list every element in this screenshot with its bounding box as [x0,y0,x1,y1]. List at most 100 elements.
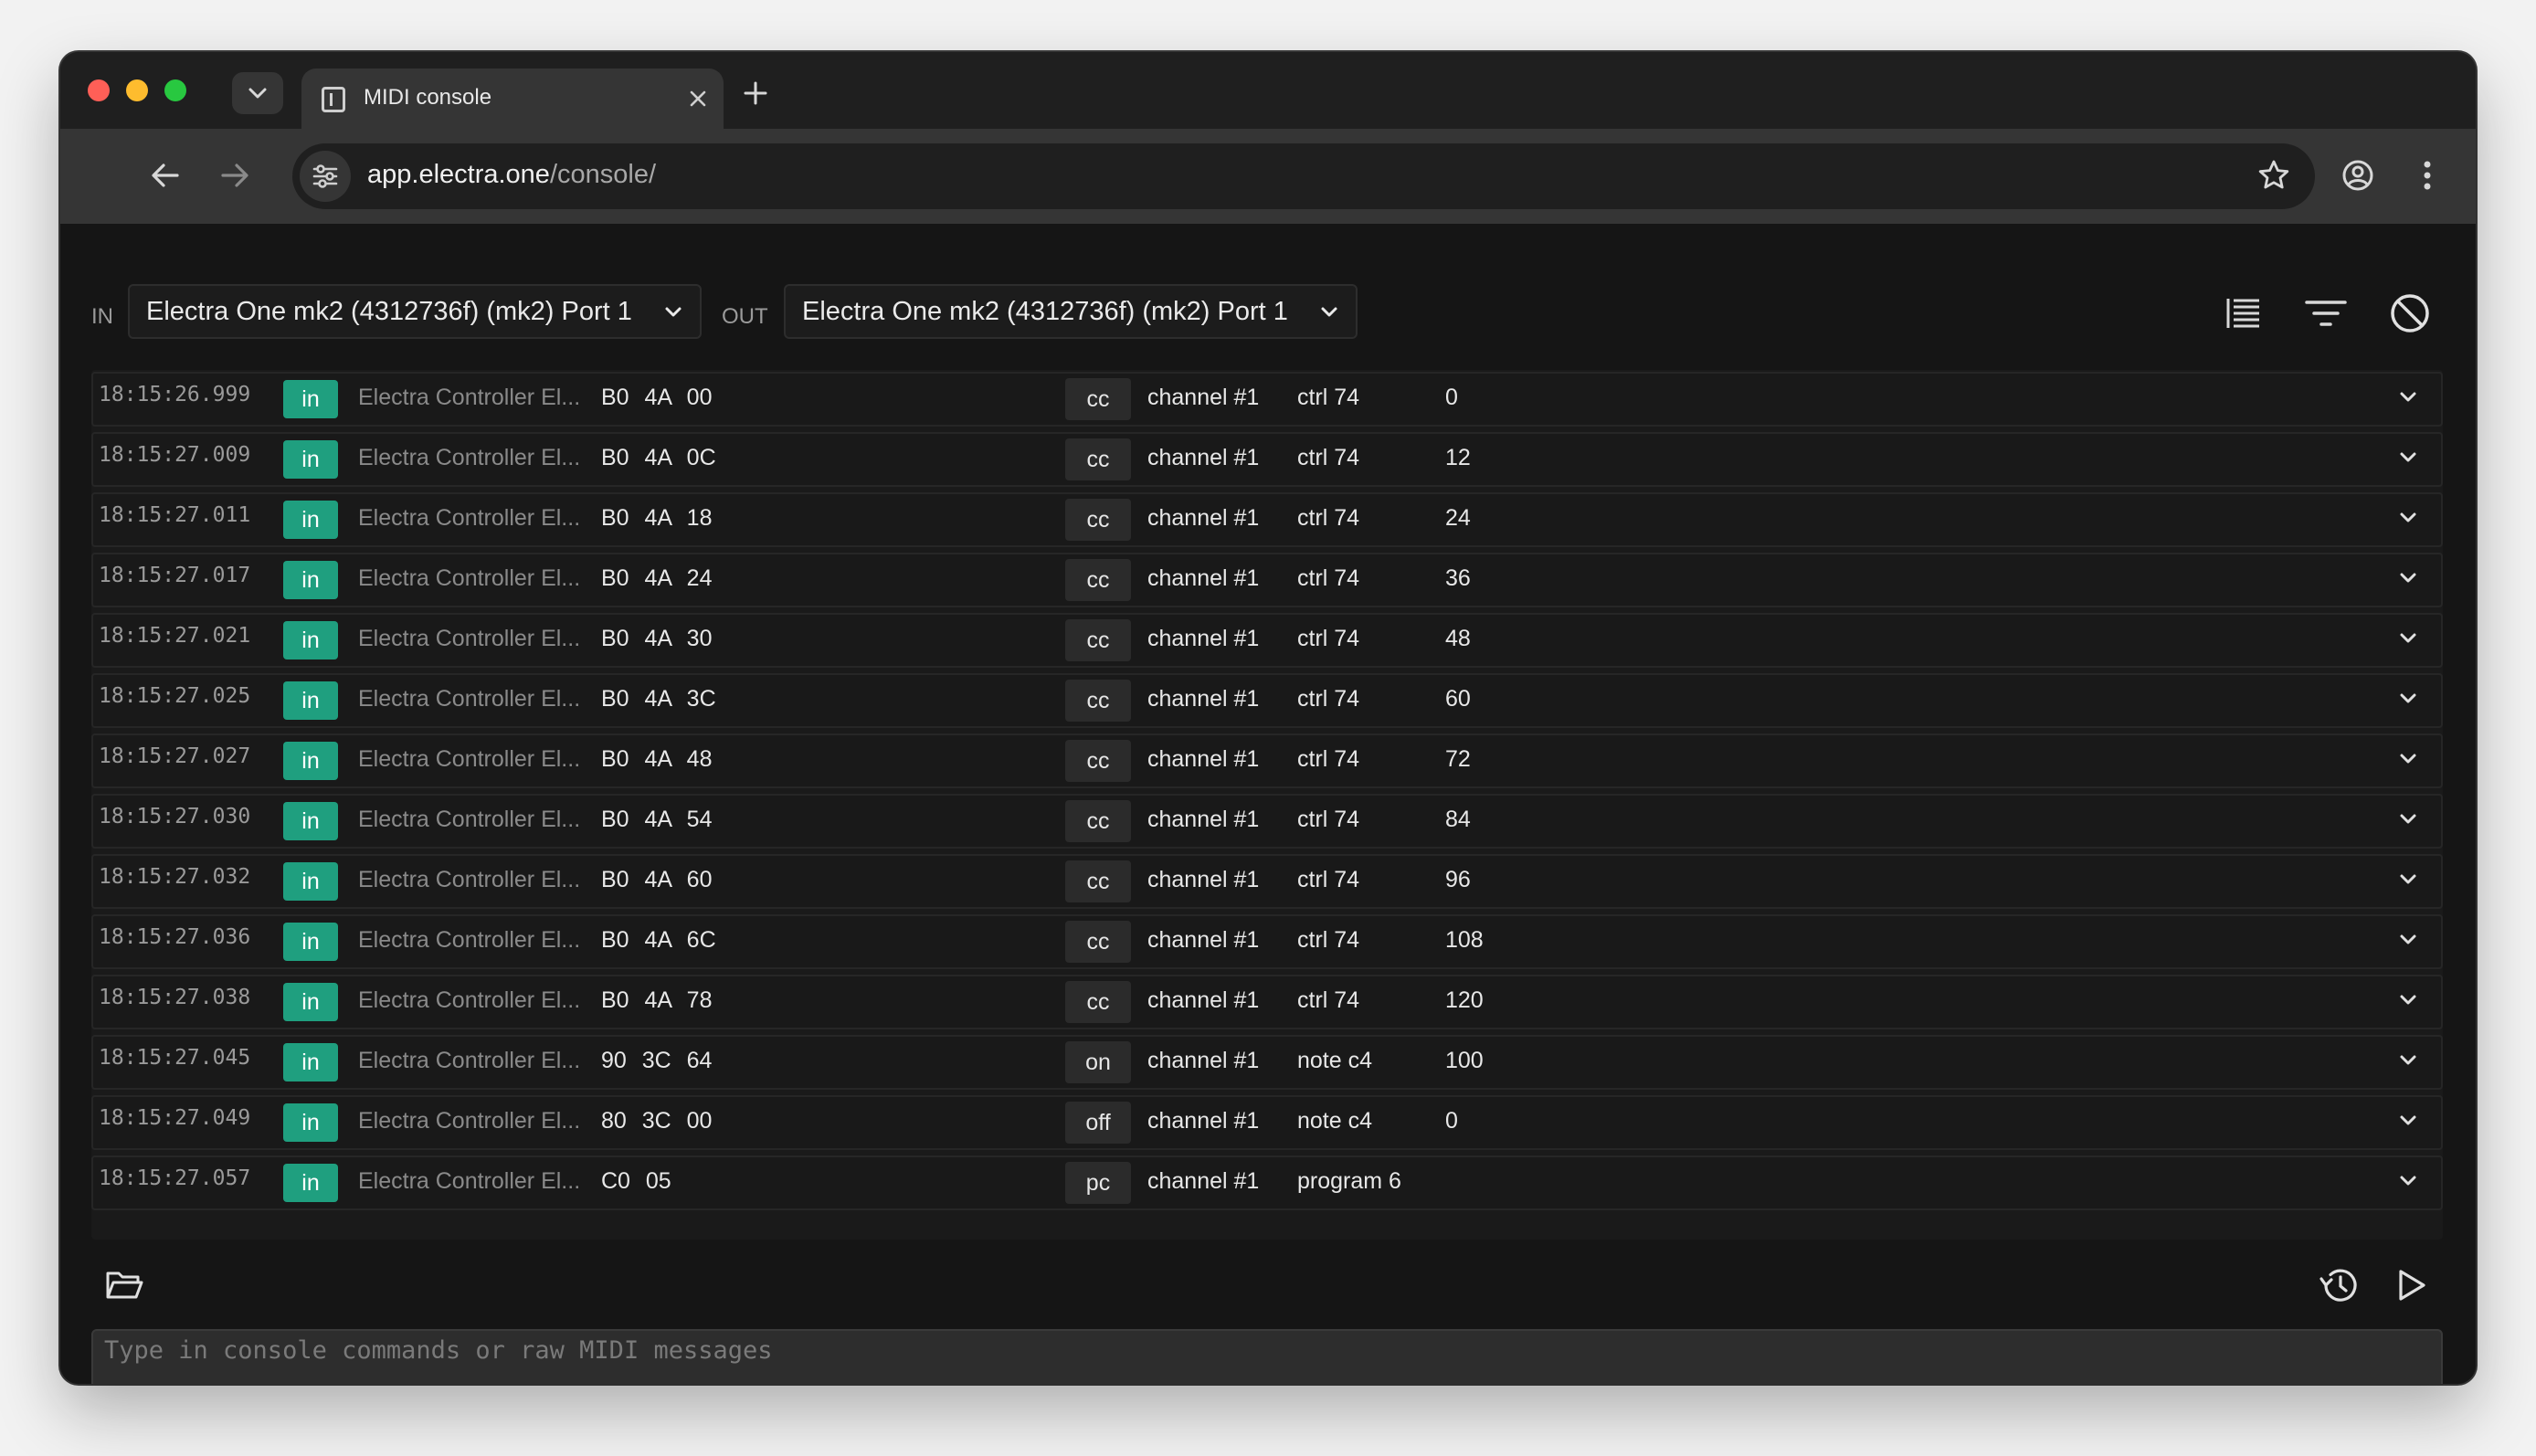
device-name: Electra Controller El... [358,385,581,410]
direction-badge: in [283,501,338,539]
filter-button[interactable] [2300,288,2351,339]
out-label: OUT [722,304,768,329]
direction-badge: in [283,621,338,659]
expand-row-button[interactable] [2397,567,2419,594]
open-file-button[interactable] [99,1260,150,1311]
expand-row-button[interactable] [2397,808,2419,835]
browser-menu-button[interactable] [2404,153,2450,198]
message-row[interactable]: 18:15:27.049 in Electra Controller El... 80… [91,1095,2443,1150]
back-arrow-icon [152,164,179,187]
message-row[interactable]: 18:15:27.025 in Electra Controller El... B0… [91,673,2443,728]
message-type-badge: cc [1065,860,1131,902]
site-settings-button[interactable] [300,151,351,202]
expand-row-button[interactable] [2397,989,2419,1016]
expand-row-button[interactable] [2397,447,2419,473]
message-row[interactable]: 18:15:27.036 in Electra Controller El... B0… [91,914,2443,969]
command-input[interactable] [91,1329,2443,1384]
raw-bytes: B0 4A 18 [601,505,713,531]
expand-row-button[interactable] [2397,869,2419,895]
minimize-window-button[interactable] [126,79,148,101]
controller: ctrl 74 [1297,445,1360,470]
zoom-window-button[interactable] [164,79,186,101]
timestamp: 18:15:27.036 [99,925,251,949]
expand-row-button[interactable] [2397,1050,2419,1076]
timestamp: 18:15:26.999 [99,383,251,406]
device-name: Electra Controller El... [358,746,581,772]
url-path: /console/ [549,160,657,189]
filter-icon [2305,301,2347,326]
raw-bytes: B0 4A 3C [601,686,716,712]
back-button[interactable] [143,153,188,198]
timestamp: 18:15:27.011 [99,503,251,527]
controller: note c4 [1297,1048,1373,1073]
controller: ctrl 74 [1297,746,1360,772]
timestamp: 18:15:27.027 [99,744,251,768]
direction-badge: in [283,1164,338,1202]
direction-badge: in [283,862,338,901]
expand-row-button[interactable] [2397,1170,2419,1197]
tab-search-button[interactable] [232,72,283,114]
list-view-button[interactable] [2218,288,2269,339]
message-row[interactable]: 18:15:27.038 in Electra Controller El... B0… [91,975,2443,1029]
message-row[interactable]: 18:15:27.045 in Electra Controller El... 90… [91,1035,2443,1090]
raw-bytes: B0 4A 24 [601,565,713,591]
message-row[interactable]: 18:15:27.030 in Electra Controller El... B0… [91,794,2443,849]
value: 36 [1445,565,1471,591]
tab-title: MIDI console [364,85,492,110]
direction-badge: in [283,802,338,840]
device-name: Electra Controller El... [358,626,581,651]
message-row[interactable]: 18:15:27.017 in Electra Controller El... B0… [91,553,2443,607]
expand-row-button[interactable] [2397,386,2419,413]
new-tab-button[interactable] [744,67,767,118]
chevron-down-icon [2400,693,2416,703]
message-type-badge: cc [1065,921,1131,963]
send-button[interactable] [2386,1260,2437,1311]
raw-bytes: B0 4A 54 [601,807,713,832]
in-port-select[interactable]: Electra One mk2 (4312736f) (mk2) Port 1 [128,284,702,339]
address-bar[interactable]: app.electra.one/console/ [292,143,2315,209]
history-button[interactable] [2313,1260,2364,1311]
message-type-badge: pc [1065,1162,1131,1204]
forward-button[interactable] [212,153,258,198]
expand-row-button[interactable] [2397,748,2419,775]
expand-row-button[interactable] [2397,507,2419,533]
chevron-down-icon [2400,392,2416,402]
expand-row-button[interactable] [2397,929,2419,955]
expand-row-button[interactable] [2397,688,2419,714]
favicon-icon [322,87,345,112]
clear-button[interactable] [2384,288,2436,339]
timestamp: 18:15:27.045 [99,1046,251,1070]
chevron-down-icon [2400,452,2416,462]
bookmark-button[interactable] [2256,158,2291,196]
chevron-down-icon [2400,512,2416,522]
controller: program 6 [1297,1168,1401,1194]
url-text[interactable]: app.electra.one/console/ [367,160,656,190]
expand-row-button[interactable] [2397,1110,2419,1136]
close-window-button[interactable] [88,79,110,101]
tab-midi-console[interactable]: MIDI console [301,69,724,129]
message-row[interactable]: 18:15:27.011 in Electra Controller El... B0… [91,492,2443,547]
controller: ctrl 74 [1297,807,1360,832]
message-log[interactable]: 18:15:26.999 in Electra Controller El... B0… [91,370,2443,1240]
more-vert-icon [2424,161,2431,190]
direction-badge: in [283,923,338,961]
channel: channel #1 [1147,1048,1260,1073]
out-port-select[interactable]: Electra One mk2 (4312736f) (mk2) Port 1 [784,284,1358,339]
device-name: Electra Controller El... [358,927,581,953]
url-host: app.electra.one [367,160,550,189]
profile-button[interactable] [2335,153,2381,198]
message-row[interactable]: 18:15:27.009 in Electra Controller El... B0… [91,432,2443,487]
message-row[interactable]: 18:15:26.999 in Electra Controller El... B0… [91,372,2443,427]
message-row[interactable]: 18:15:27.027 in Electra Controller El... B0… [91,733,2443,788]
channel: channel #1 [1147,505,1260,531]
tab-close-button[interactable] [689,80,707,118]
timestamp: 18:15:27.017 [99,564,251,587]
timestamp: 18:15:27.049 [99,1106,251,1130]
expand-row-button[interactable] [2397,628,2419,654]
message-row[interactable]: 18:15:27.021 in Electra Controller El... B0… [91,613,2443,668]
browser-window: MIDI console app.electra.one/console/ IN… [60,52,2476,1384]
channel: channel #1 [1147,626,1260,651]
chevron-down-icon [2400,934,2416,944]
message-row[interactable]: 18:15:27.057 in Electra Controller El... C0… [91,1155,2443,1210]
message-row[interactable]: 18:15:27.032 in Electra Controller El... B0… [91,854,2443,909]
